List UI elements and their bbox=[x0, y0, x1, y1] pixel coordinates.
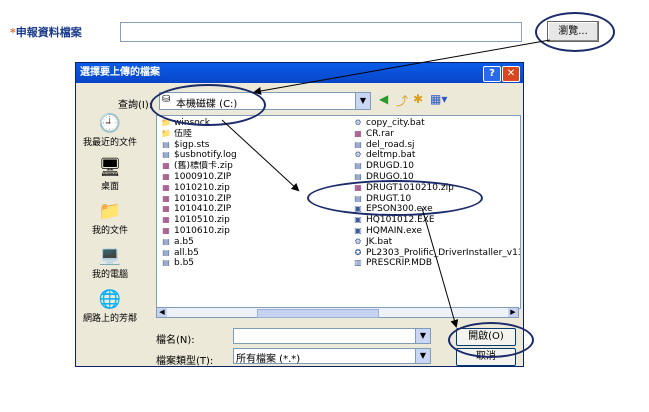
arrow-browse-to-dialog bbox=[253, 39, 551, 95]
annotation-arrows bbox=[221, 39, 551, 328]
arrow-file-to-open bbox=[421, 207, 459, 328]
arrow-lookin-to-file bbox=[221, 119, 300, 192]
